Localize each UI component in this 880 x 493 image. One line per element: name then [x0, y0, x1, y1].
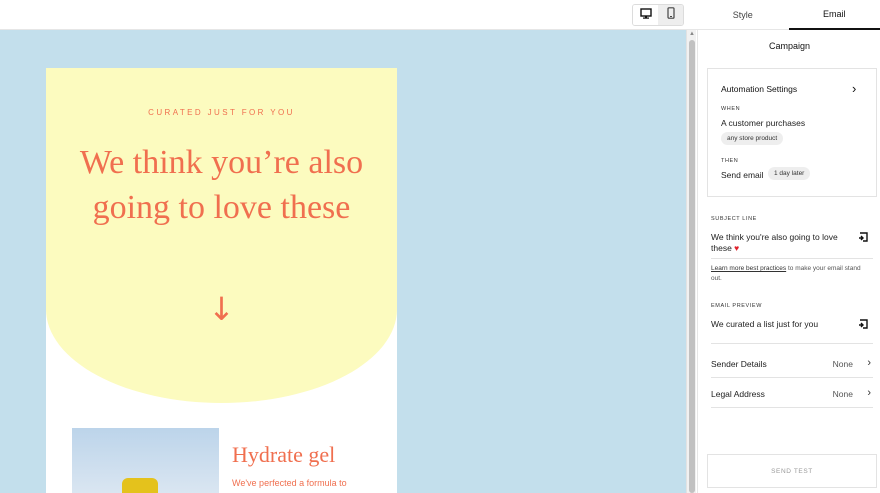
when-pill: any store product — [721, 132, 784, 145]
panel-title: Campaign — [768, 41, 811, 51]
top-bar: Style Email — [0, 0, 880, 30]
scroll-thumb[interactable] — [689, 40, 695, 493]
then-label: THEN — [721, 158, 739, 164]
email-preview-label: EMAIL PREVIEW — [711, 303, 762, 309]
insert-variable-icon[interactable] — [858, 232, 869, 246]
email-preview: CURATED JUST FOR YOU We think you’re als… — [46, 68, 397, 493]
device-toggle — [632, 4, 684, 26]
legal-address-label: Legal Address — [711, 389, 765, 399]
sender-details-label: Sender Details — [711, 359, 767, 369]
divider — [711, 407, 873, 408]
desktop-icon — [639, 6, 652, 24]
hero-eyebrow: CURATED JUST FOR YOU — [148, 108, 295, 117]
sender-details-row[interactable]: Sender Details None › — [711, 357, 873, 377]
chevron-right-icon[interactable]: › — [852, 81, 856, 96]
then-text: Send email — [721, 170, 764, 180]
legal-address-row[interactable]: Legal Address None › — [711, 387, 873, 407]
product-image[interactable] — [72, 428, 219, 493]
email-preview-field[interactable]: We curated a list just for you — [711, 319, 851, 330]
subject-line-field[interactable]: We think you're also going to love these… — [711, 232, 851, 254]
divider — [711, 258, 873, 259]
legal-address-value: None — [832, 389, 853, 399]
product-jar — [122, 478, 158, 493]
when-label: WHEN — [721, 106, 741, 112]
send-test-button[interactable]: SEND TEST — [707, 454, 877, 488]
campaign-panel: Campaign Automation Settings › WHEN A cu… — [697, 30, 880, 493]
insert-variable-icon[interactable] — [858, 319, 869, 333]
panel-tabs: Style Email — [697, 0, 880, 30]
canvas-scrollbar[interactable]: ▲ — [686, 30, 696, 493]
chevron-right-icon: › — [867, 387, 871, 399]
mobile-view-button[interactable] — [658, 5, 683, 25]
product-title: Hydrate gel — [232, 442, 336, 467]
chevron-right-icon: › — [867, 357, 871, 369]
subject-line-label: SUBJECT LINE — [711, 216, 757, 222]
subject-help-text: Learn more best practices to make your e… — [711, 264, 873, 284]
automation-title: Automation Settings — [721, 84, 798, 94]
product-description: We've perfected a formula to — [232, 478, 347, 488]
best-practices-link[interactable]: Learn more best practices — [711, 265, 786, 272]
heart-icon: ♥ — [734, 243, 740, 253]
desktop-view-button[interactable] — [633, 5, 658, 25]
when-text: A customer purchases — [721, 118, 806, 128]
divider — [711, 343, 873, 344]
automation-settings-card[interactable]: Automation Settings › WHEN A customer pu… — [707, 68, 877, 197]
tab-style[interactable]: Style — [697, 0, 789, 30]
hero-section[interactable]: CURATED JUST FOR YOU We think you’re als… — [46, 68, 397, 403]
email-canvas: CURATED JUST FOR YOU We think you’re als… — [0, 30, 686, 493]
hero-headline: We think you’re also going to love these — [79, 144, 364, 226]
mobile-icon — [666, 6, 675, 24]
then-pill: 1 day later — [768, 167, 811, 180]
sender-details-value: None — [832, 359, 853, 369]
tab-email[interactable]: Email — [788, 0, 880, 30]
arrow-down-icon: ↓ — [208, 290, 235, 328]
subject-line-text: We think you're also going to love these — [711, 232, 838, 253]
scroll-up-icon[interactable]: ▲ — [689, 31, 695, 37]
divider — [711, 377, 873, 378]
